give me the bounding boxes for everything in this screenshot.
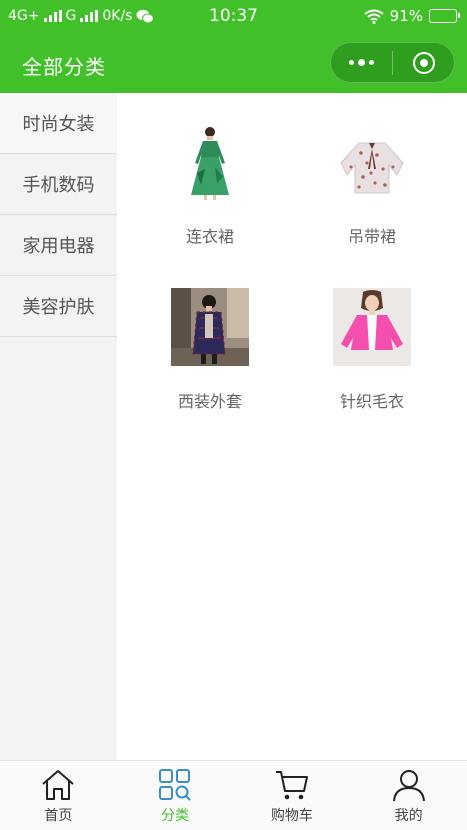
tab-label: 我的 xyxy=(394,808,423,824)
product-grid: 连衣裙 吊带裙 西装外套 针织毛衣 xyxy=(117,93,467,760)
sidebar-item-appliances[interactable]: 家用电器 xyxy=(0,215,117,276)
tab-label: 分类 xyxy=(161,808,190,824)
user-icon xyxy=(392,770,425,802)
tab-home[interactable]: 首页 xyxy=(0,761,117,830)
tab-label: 首页 xyxy=(44,808,73,824)
category-sidebar: 时尚女装 手机数码 家用电器 美容护肤 xyxy=(0,93,117,760)
product-label: 连衣裙 xyxy=(185,227,234,246)
sidebar-item-label: 时尚女装 xyxy=(22,114,95,135)
close-miniprogram-button[interactable] xyxy=(393,42,454,83)
battery-percent: 91% xyxy=(389,7,423,25)
wifi-icon xyxy=(364,9,384,24)
status-right: 91% xyxy=(364,7,460,25)
product-label: 针织毛衣 xyxy=(339,392,404,411)
product-label: 西装外套 xyxy=(177,392,242,411)
sidebar-item-fashion[interactable]: 时尚女装 xyxy=(0,93,117,154)
product-item-coat[interactable]: 西装外套 xyxy=(135,288,285,412)
sidebar-item-label: 手机数码 xyxy=(22,175,95,196)
target-icon xyxy=(412,51,435,74)
home-icon xyxy=(42,770,75,800)
tab-bar: 首页 分类 购物车 我的 xyxy=(0,760,467,830)
sidebar-item-label: 美容护肤 xyxy=(22,297,95,318)
product-item-cardigan[interactable]: 针织毛衣 xyxy=(297,288,447,412)
sidebar-item-label: 家用电器 xyxy=(22,236,95,257)
miniprogram-capsule xyxy=(330,42,455,83)
tab-category[interactable]: 分类 xyxy=(117,761,234,830)
product-label: 吊带裙 xyxy=(347,227,396,246)
status-bar: 4G+ G 0K/s 10:37 91% xyxy=(0,0,467,36)
tab-label: 购物车 xyxy=(270,808,313,824)
category-icon xyxy=(159,769,191,801)
cart-icon xyxy=(275,771,308,800)
tab-profile[interactable]: 我的 xyxy=(350,761,467,830)
nav-bar: 全部分类 xyxy=(0,36,467,93)
battery-icon xyxy=(429,9,460,23)
more-dots-icon xyxy=(349,59,374,66)
coat-image xyxy=(171,288,249,366)
dress-image xyxy=(171,123,249,201)
cardigan-image xyxy=(333,288,411,366)
blouse-image xyxy=(333,123,411,201)
sidebar-item-digital[interactable]: 手机数码 xyxy=(0,154,117,215)
product-item-dress[interactable]: 连衣裙 xyxy=(135,123,285,247)
product-item-blouse[interactable]: 吊带裙 xyxy=(297,123,447,247)
page-title: 全部分类 xyxy=(22,55,106,79)
more-button[interactable] xyxy=(331,42,392,83)
tab-cart[interactable]: 购物车 xyxy=(234,761,351,830)
sidebar-item-beauty[interactable]: 美容护肤 xyxy=(0,276,117,337)
